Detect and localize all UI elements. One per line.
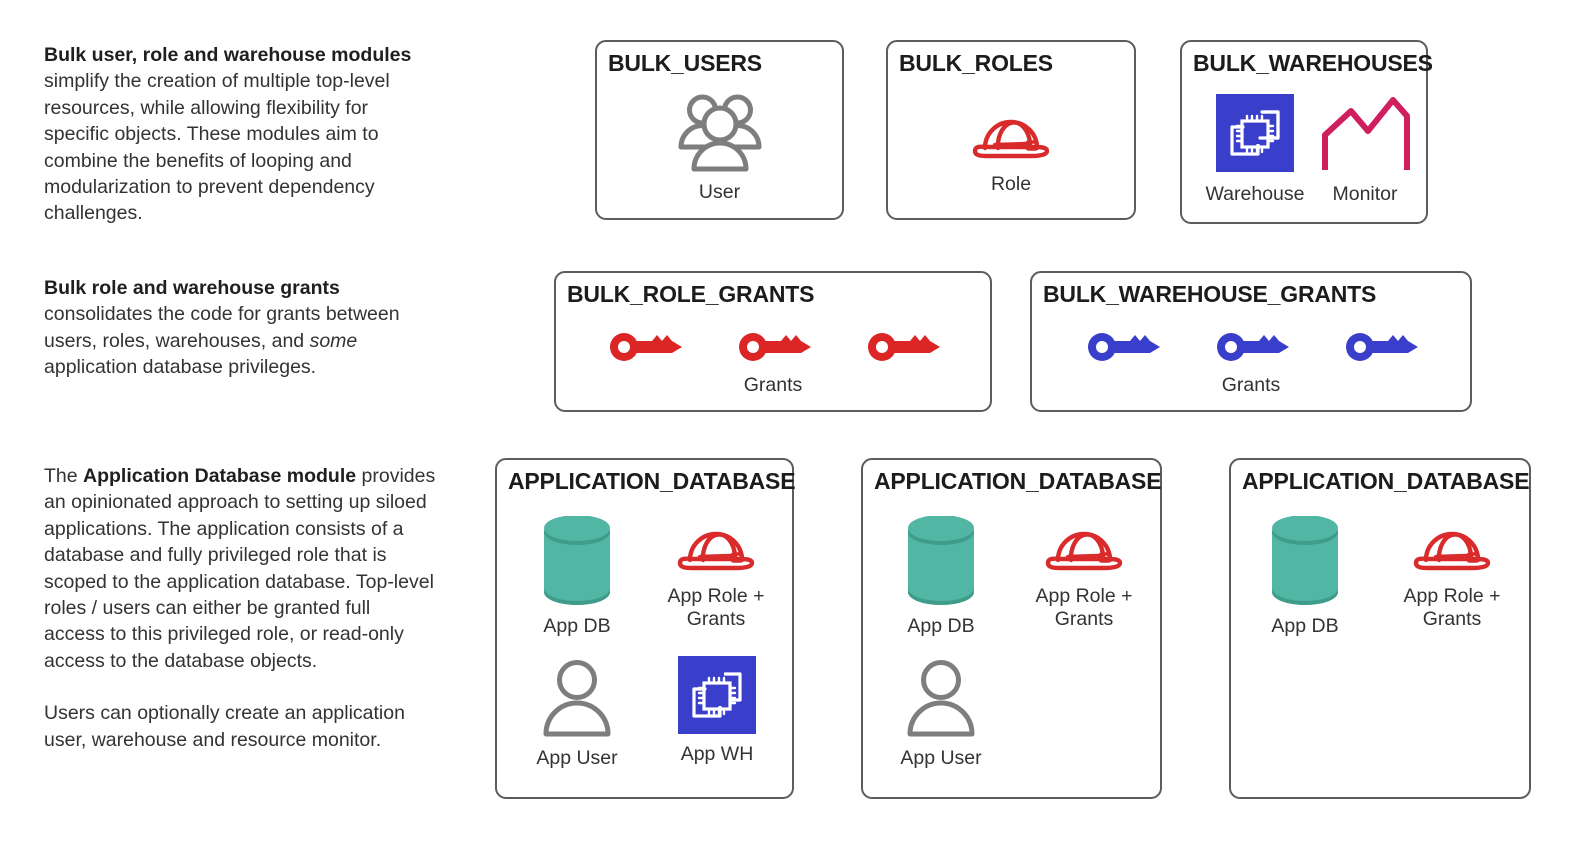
grants-icon-row	[556, 328, 990, 371]
description-bulk-modules: Bulk user, role and warehouse modules si…	[44, 42, 436, 227]
icon-cell-role: Role	[888, 104, 1134, 196]
person-icon	[536, 656, 618, 743]
hard-hat-icon	[672, 516, 760, 579]
box-title: APPLICATION_DATABASE	[874, 468, 1162, 494]
description-bold-lead: Application Database module	[83, 465, 357, 487]
database-cylinder-icon	[538, 515, 616, 613]
icon-caption: App User	[900, 747, 982, 769]
icon-caption: App Role + Grants	[1035, 585, 1133, 630]
icon-cell-app-db: App DB	[507, 515, 647, 638]
grants-icon-row	[1032, 328, 1470, 371]
icon-cell-app-db: App DB	[871, 515, 1011, 638]
users-group-icon	[674, 90, 766, 177]
description-application-database: The Application Database module provides…	[44, 463, 436, 753]
icon-cell-app-wh: App WH	[647, 656, 787, 766]
description-bulk-grants: Bulk role and warehouse grants consolida…	[44, 275, 436, 381]
description-paragraph-secondary: Users can optionally create an applicati…	[44, 702, 405, 751]
icon-caption: Monitor	[1332, 183, 1398, 205]
icon-cell-app-db: App DB	[1235, 515, 1375, 638]
description-prefix: The	[44, 465, 84, 487]
box-bulk-warehouses: BULK_WAREHOUSES Warehouse Monitor	[1180, 40, 1433, 224]
icon-cell-app-user: App User	[507, 656, 647, 770]
box-title: APPLICATION_DATABASE	[508, 468, 796, 494]
box-title: APPLICATION_DATABASE	[1242, 468, 1530, 494]
key-icon	[1340, 328, 1421, 371]
box-title: BULK_ROLES	[899, 50, 1053, 76]
hard-hat-icon	[1408, 516, 1496, 579]
icon-cell-app-user: App User	[871, 656, 1011, 770]
database-cylinder-icon	[1266, 515, 1344, 613]
description-paragraph: Bulk role and warehouse grants consolida…	[44, 275, 436, 381]
grants-caption: Grants	[1221, 374, 1281, 396]
warehouse-chip-icon	[678, 656, 756, 739]
description-bold-lead: Bulk role and warehouse grants	[44, 277, 340, 299]
icon-cell-app-role: App Role + Grants	[641, 516, 791, 631]
key-icon	[604, 328, 685, 371]
box-application-database-3: APPLICATION_DATABASE App DB App Role + G…	[1229, 458, 1531, 799]
icon-cell-app-role: App Role + Grants	[1377, 516, 1527, 631]
box-bulk-warehouse-grants: BULK_WAREHOUSE_GRANTS Grants	[1030, 271, 1472, 412]
icon-caption: User	[698, 181, 741, 203]
icon-caption: App DB	[543, 615, 611, 637]
description-italic-some: some	[309, 329, 358, 352]
icon-cell-app-role: App Role + Grants	[1009, 516, 1159, 631]
box-title: BULK_WAREHOUSE_GRANTS	[1043, 281, 1377, 307]
icon-caption: App User	[536, 747, 618, 769]
box-title: BULK_USERS	[608, 50, 762, 76]
description-body: provides an opinionated approach to sett…	[44, 465, 436, 672]
icon-cell-monitor: Monitor	[1310, 94, 1420, 206]
grants-caption: Grants	[743, 374, 803, 396]
hard-hat-icon	[967, 104, 1055, 167]
icon-caption: App Role + Grants	[667, 585, 765, 630]
icon-caption: App Role + Grants	[1403, 585, 1501, 630]
description-paragraph: The Application Database module provides…	[44, 463, 436, 674]
icon-caption: Role	[990, 173, 1032, 195]
icon-caption: App DB	[907, 615, 975, 637]
key-icon	[733, 328, 814, 371]
hard-hat-icon	[1040, 516, 1128, 579]
box-title: BULK_ROLE_GRANTS	[567, 281, 815, 307]
description-paragraph: Bulk user, role and warehouse modules si…	[44, 42, 436, 227]
key-icon	[1082, 328, 1163, 371]
description-bold-lead: Bulk user, role and warehouse modules	[44, 44, 412, 66]
icon-cell-user: User	[597, 90, 842, 204]
icon-cell-warehouse: Warehouse	[1196, 94, 1314, 206]
person-icon	[900, 656, 982, 743]
description-body: simplify the creation of multiple top-le…	[44, 70, 390, 225]
box-bulk-roles: BULK_ROLES Role	[886, 40, 1136, 220]
resource-monitor-icon	[1319, 94, 1411, 177]
description-body-part-2: application database privileges.	[44, 356, 317, 379]
box-bulk-role-grants: BULK_ROLE_GRANTS Grants	[554, 271, 992, 412]
icon-caption: App WH	[680, 743, 754, 765]
warehouse-chip-icon	[1216, 94, 1294, 177]
key-icon	[1211, 328, 1292, 371]
box-application-database-1: APPLICATION_DATABASE App DB App Role + G…	[495, 458, 796, 799]
icon-caption: App DB	[1271, 615, 1339, 637]
box-title: BULK_WAREHOUSES	[1193, 50, 1433, 76]
key-icon	[862, 328, 943, 371]
icon-caption: Warehouse	[1205, 183, 1305, 205]
box-application-database-2: APPLICATION_DATABASE App DB App Role + G…	[861, 458, 1162, 799]
database-cylinder-icon	[902, 515, 980, 613]
box-bulk-users: BULK_USERS User	[595, 40, 844, 220]
